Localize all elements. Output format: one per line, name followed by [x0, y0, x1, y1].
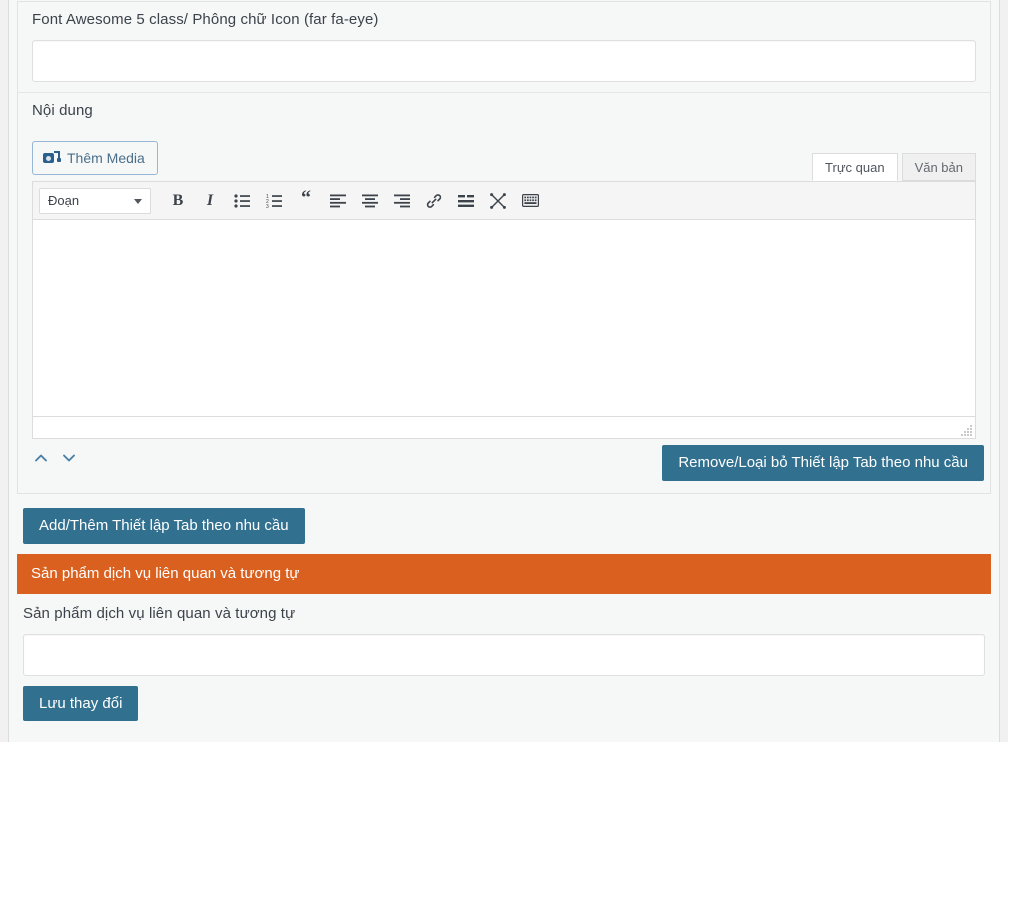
unordered-list-icon: [234, 193, 250, 208]
keyboard-icon: [521, 194, 539, 207]
mce-toolbar: Đoạn B I 1 2 3 “: [33, 182, 975, 220]
admin-content-area: Font Awesome 5 class/ Phông chữ Icon (fa…: [0, 0, 1008, 742]
repeatable-group-item: Font Awesome 5 class/ Phông chữ Icon (fa…: [17, 1, 991, 494]
add-media-button[interactable]: Thêm Media: [32, 141, 158, 175]
chevron-down-icon[interactable]: [60, 449, 78, 467]
field-icon-class: Font Awesome 5 class/ Phông chữ Icon (fa…: [18, 2, 990, 92]
editor-content-area[interactable]: [33, 220, 975, 416]
link-icon: [426, 193, 442, 208]
field-related-products: Sản phẩm dịch vụ liên quan và tương tự: [9, 594, 999, 676]
align-right-button[interactable]: [387, 187, 417, 215]
chevron-down-icon: [134, 198, 142, 204]
tab-text[interactable]: Văn bản: [901, 153, 976, 181]
group-sort-controls: [32, 449, 78, 467]
bold-button[interactable]: B: [163, 187, 193, 215]
screenshot-root: Font Awesome 5 class/ Phông chữ Icon (fa…: [0, 0, 1024, 909]
chevron-up-icon[interactable]: [32, 449, 50, 467]
align-center-icon: [362, 194, 378, 207]
editor-statusbar: [33, 416, 975, 438]
custom-tabs-metabox: Font Awesome 5 class/ Phông chữ Icon (fa…: [8, 0, 1000, 742]
italic-button[interactable]: I: [195, 187, 225, 215]
editor-mode-tabs: Trực quan Văn bản: [808, 153, 976, 181]
align-right-icon: [394, 194, 410, 207]
group-footer: Remove/Loại bỏ Thiết lập Tab theo nhu cầ…: [18, 439, 990, 491]
numbered-list-button[interactable]: 1 2 3: [259, 187, 289, 215]
icon-class-input[interactable]: [32, 40, 976, 82]
icon-class-label: Font Awesome 5 class/ Phông chữ Icon (fa…: [32, 11, 379, 28]
add-media-label: Thêm Media: [67, 150, 145, 166]
tab-visual[interactable]: Trực quan: [812, 153, 898, 181]
fullscreen-button[interactable]: [483, 187, 513, 215]
align-left-icon: [330, 194, 346, 207]
insert-link-button[interactable]: [419, 187, 449, 215]
mce-container: Đoạn B I 1 2 3 “: [32, 181, 976, 439]
wp-editor: Thêm Media Trực quan Văn bản Đoạn B I 1 …: [18, 131, 990, 439]
related-products-label: Sản phẩm dịch vụ liên quan và tương tự: [23, 605, 296, 622]
keyboard-shortcuts-button[interactable]: [515, 187, 545, 215]
ordered-list-icon: 1 2 3: [266, 194, 282, 208]
align-left-button[interactable]: [323, 187, 353, 215]
bold-icon: B: [172, 191, 184, 209]
quote-icon: “: [301, 186, 311, 209]
related-products-section-heading: Sản phẩm dịch vụ liên quan và tương tự: [17, 554, 991, 594]
resize-handle-icon[interactable]: [960, 424, 972, 436]
add-group-row: Add/Thêm Thiết lập Tab theo nhu cầu: [9, 494, 999, 544]
save-changes-button[interactable]: Lưu thay đổi: [23, 686, 139, 721]
read-more-button[interactable]: [451, 187, 481, 215]
field-content: Nội dung: [18, 92, 990, 121]
media-camera-music-icon: [43, 150, 61, 166]
align-center-button[interactable]: [355, 187, 385, 215]
format-select[interactable]: Đoạn: [39, 187, 151, 214]
svg-text:3: 3: [266, 204, 269, 208]
editor-top-bar: Thêm Media Trực quan Văn bản: [32, 137, 976, 181]
bulleted-list-button[interactable]: [227, 187, 257, 215]
remove-group-button[interactable]: Remove/Loại bỏ Thiết lập Tab theo nhu cầ…: [662, 445, 984, 481]
blockquote-button[interactable]: “: [291, 187, 321, 215]
italic-icon: I: [206, 191, 214, 209]
related-products-input[interactable]: [23, 634, 985, 676]
add-group-button[interactable]: Add/Thêm Thiết lập Tab theo nhu cầu: [23, 508, 305, 544]
content-label: Nội dung: [32, 102, 93, 119]
read-more-icon: [458, 194, 474, 207]
format-select-value: Đoạn: [48, 192, 80, 208]
fullscreen-icon: [490, 192, 506, 209]
